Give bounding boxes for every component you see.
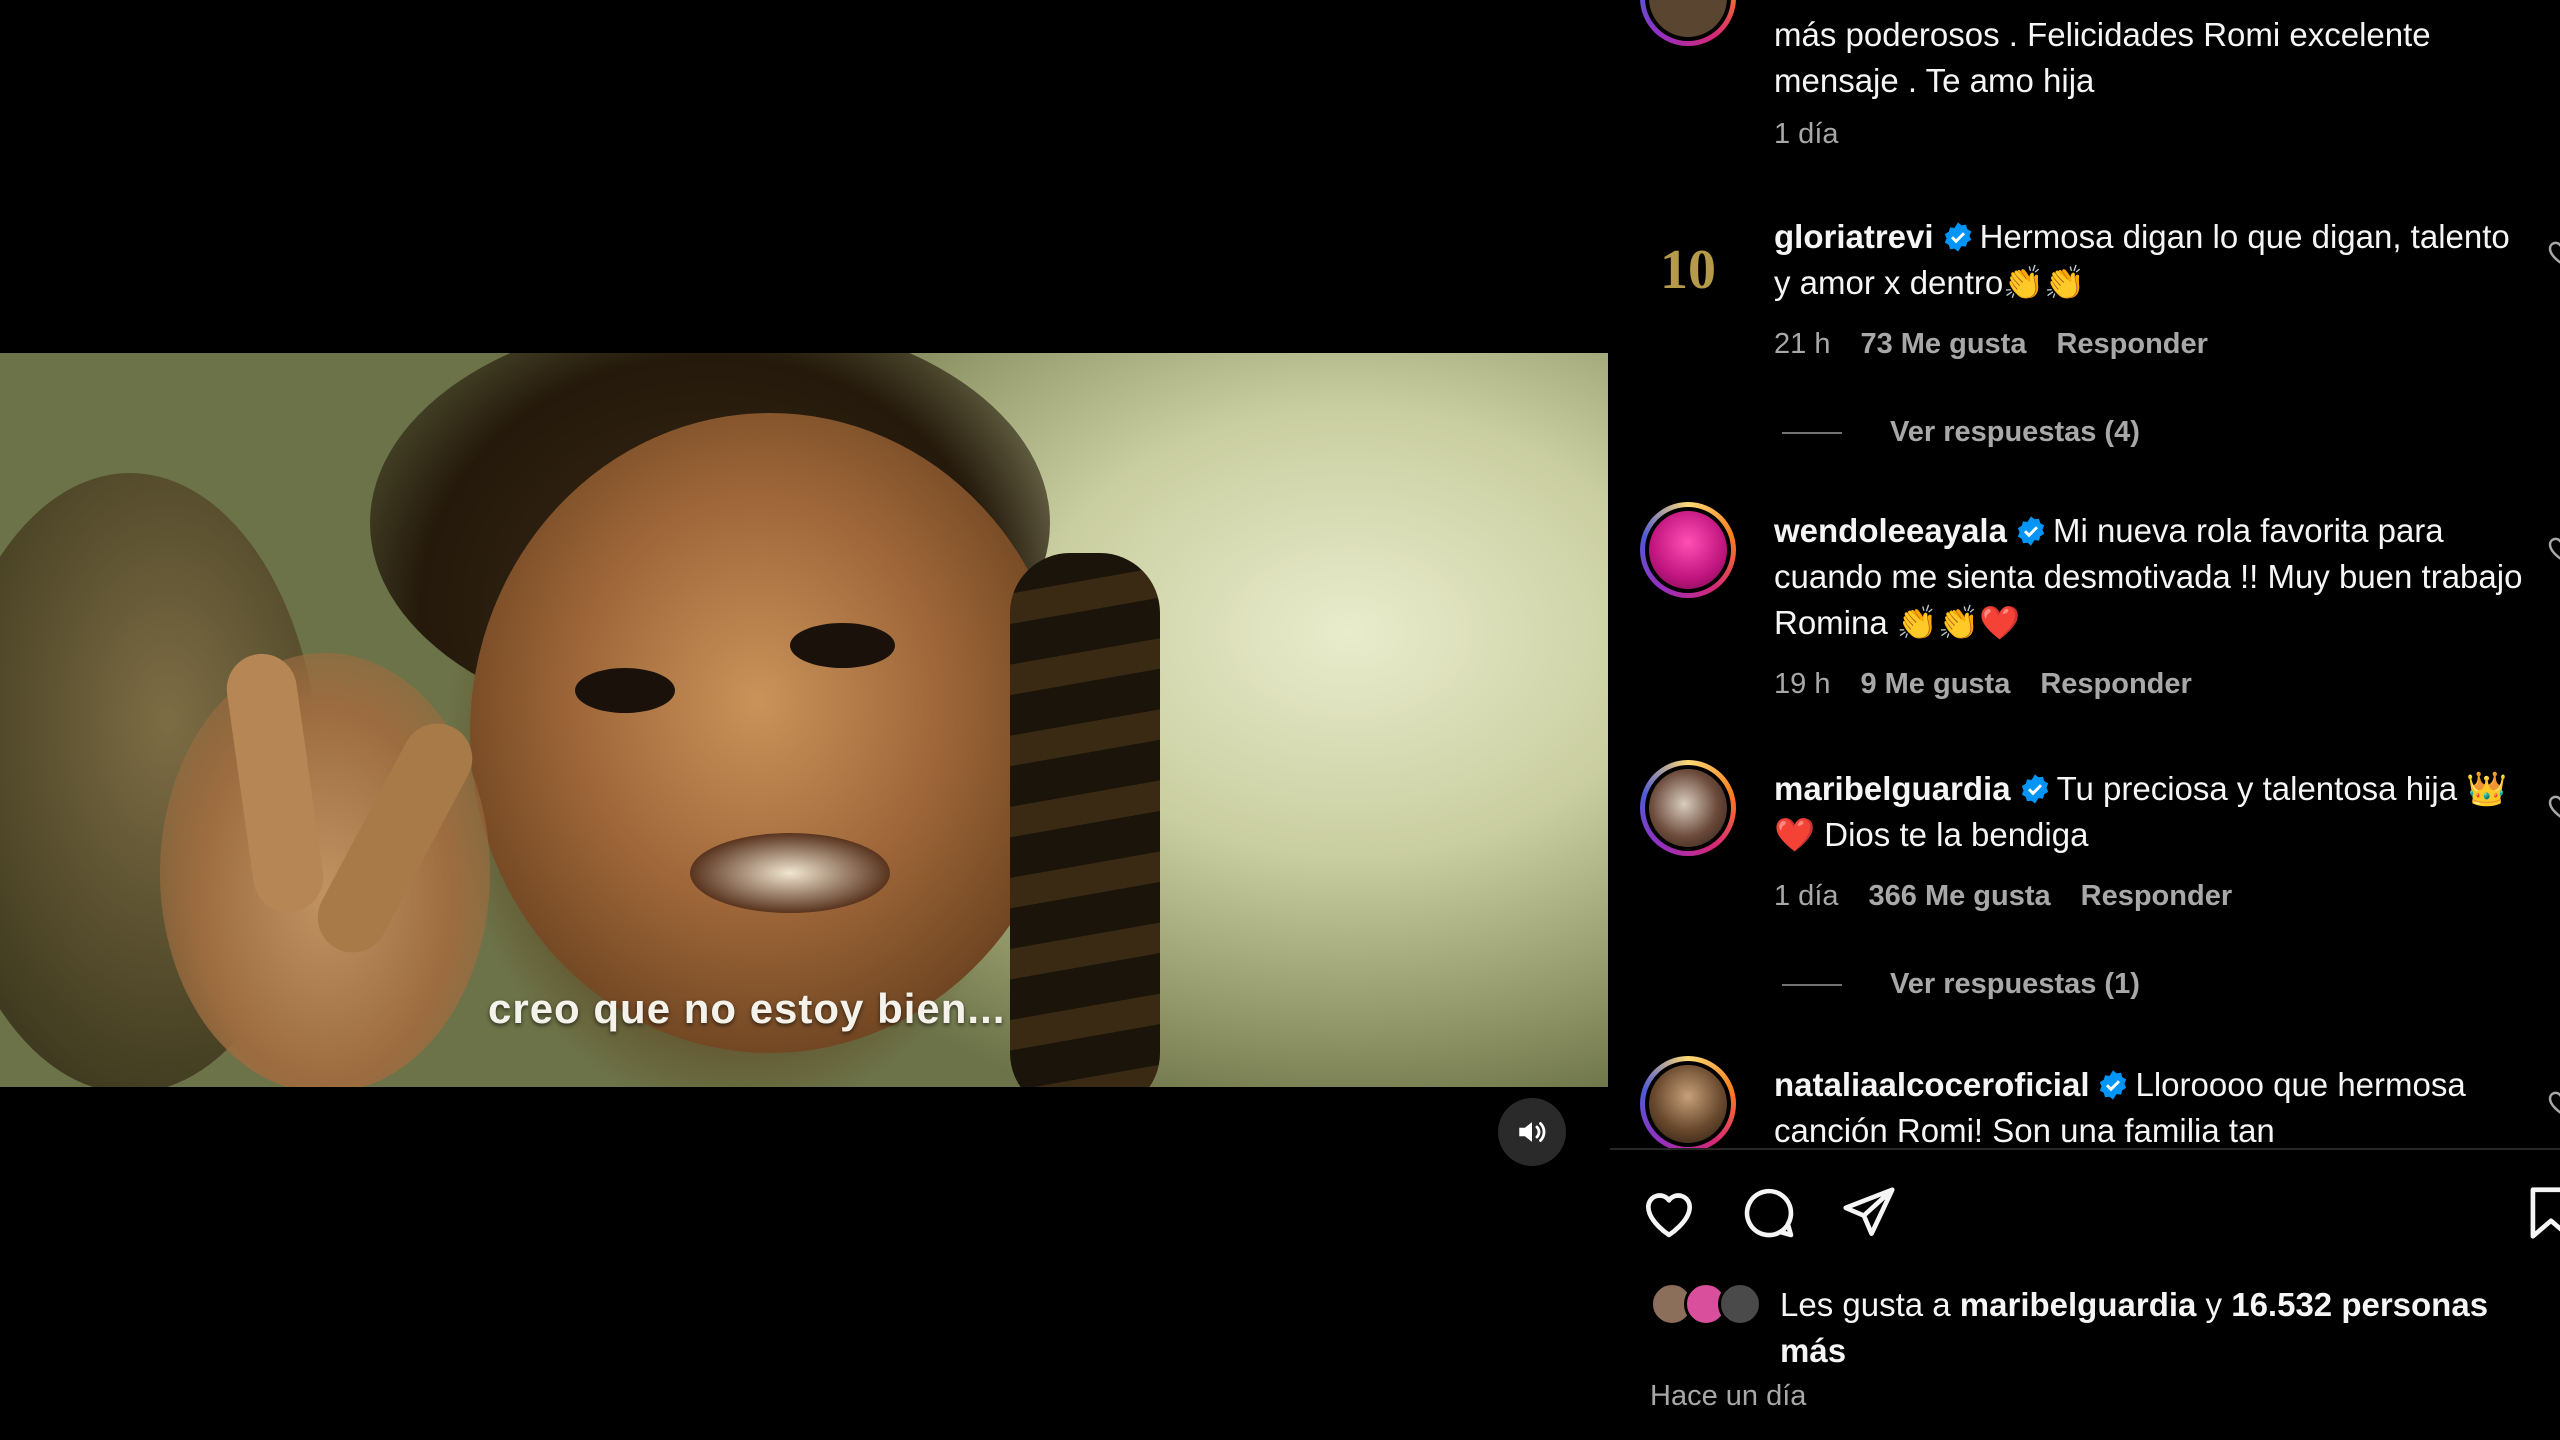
mute-toggle-button[interactable] <box>1498 1098 1566 1166</box>
reply-button[interactable]: Responder <box>2056 328 2207 361</box>
comment-time[interactable]: 1 día <box>1774 118 1839 151</box>
reply-button[interactable]: Responder <box>2040 668 2191 701</box>
comment-bubble-icon[interactable] <box>1738 1182 1800 1244</box>
eye-left <box>575 668 675 713</box>
likes-count[interactable]: 16.532 personas <box>2231 1286 2488 1323</box>
comment-time[interactable]: 19 h <box>1774 668 1830 701</box>
likes-prefix: Les gusta a <box>1780 1286 1960 1323</box>
comments-sidebar: más poderosos . Felicidades Romi excelen… <box>1610 0 2560 1440</box>
video-subtitle: creo que no estoy bien... <box>488 985 1006 1032</box>
verified-badge-icon <box>2017 516 2045 546</box>
heart-outline-icon[interactable] <box>2545 236 2560 266</box>
heart-outline-icon[interactable] <box>2545 1086 2560 1116</box>
comment-username[interactable]: maribelguardia <box>1774 770 2011 807</box>
heart-outline-icon[interactable] <box>2545 532 2560 562</box>
replies-divider <box>1782 431 1842 434</box>
bookmark-save-icon[interactable] <box>2520 1182 2560 1244</box>
liker-avatars[interactable] <box>1650 1280 1780 1326</box>
comment-time[interactable]: 21 h <box>1774 328 1830 361</box>
comment-text: más poderosos . Felicidades Romi excelen… <box>1774 12 2534 104</box>
post-actions-bar <box>1610 1182 2560 1252</box>
likes-suffix[interactable]: más <box>1650 1332 1846 1369</box>
avatar[interactable] <box>1640 502 1736 598</box>
post-timestamp[interactable]: Hace un día <box>1650 1380 1806 1413</box>
avatar <box>1718 1282 1762 1326</box>
verified-badge-icon <box>2021 774 2048 804</box>
comment-text: maribelguardia Tu preciosa y talentosa hi… <box>1774 766 2534 858</box>
avatar[interactable] <box>1640 1056 1736 1148</box>
eye-right <box>790 623 895 668</box>
comment-username[interactable]: gloriatrevi <box>1774 218 1934 255</box>
avatar[interactable] <box>1640 760 1736 856</box>
comment-username[interactable]: wendoleeayala <box>1774 512 2007 549</box>
comment-meta: 1 día 366 Me gusta Responder <box>1774 880 2232 913</box>
likes-summary: Les gusta a maribelguardia y 16.532 pers… <box>1650 1280 2550 1374</box>
comment-text-line: mensaje . Te amo hija <box>1774 62 2095 99</box>
avatar-logo-text: 10 <box>1660 239 1716 301</box>
speaker-volume-icon <box>1519 1122 1546 1142</box>
verified-badge-icon <box>1944 222 1971 252</box>
comment-likes[interactable]: 366 Me gusta <box>1869 880 2051 913</box>
divider <box>1610 1148 2560 1150</box>
comment-username[interactable]: nataliaalcoceroficial <box>1774 1066 2089 1103</box>
child-face <box>470 413 1070 1053</box>
comment-meta: 21 h 73 Me gusta Responder <box>1774 328 2208 361</box>
avatar[interactable] <box>1640 0 1736 46</box>
video-frame[interactable]: creo que no estoy bien... <box>0 353 1608 1087</box>
comment-meta: 19 h 9 Me gusta Responder <box>1774 668 2192 701</box>
view-replies-button[interactable]: Ver respuestas (1) <box>1782 968 2140 1001</box>
comment-text: wendoleeayala Mi nueva rola favorita para… <box>1774 508 2534 646</box>
view-replies-button[interactable]: Ver respuestas (4) <box>1782 416 2140 449</box>
share-send-icon[interactable] <box>1838 1182 1900 1244</box>
replies-divider <box>1782 983 1842 986</box>
smile <box>690 833 890 913</box>
comment-likes[interactable]: 73 Me gusta <box>1860 328 2026 361</box>
heart-outline-icon[interactable] <box>2545 790 2560 820</box>
comment-time[interactable]: 1 día <box>1774 880 1839 913</box>
like-heart-icon[interactable] <box>1638 1182 1700 1244</box>
likes-middle: y <box>2196 1286 2232 1323</box>
comments-list[interactable]: más poderosos . Felicidades Romi excelen… <box>1610 0 2560 1148</box>
comment-text: nataliaalcoceroficial Lloroooo que hermos… <box>1774 1062 2534 1148</box>
comment-text: gloriatrevi Hermosa digan lo que digan, t… <box>1774 214 2534 306</box>
comment-text-line: más poderosos . Felicidades Romi excelen… <box>1774 16 2431 53</box>
avatar[interactable]: 10 <box>1640 222 1736 318</box>
reply-button[interactable]: Responder <box>2081 880 2232 913</box>
view-replies-label[interactable]: Ver respuestas (4) <box>1890 416 2140 449</box>
view-replies-label[interactable]: Ver respuestas (1) <box>1890 968 2140 1001</box>
comment-meta: 1 día <box>1774 118 1839 151</box>
video-player[interactable]: creo que no estoy bien... <box>0 0 1608 1440</box>
liker-username[interactable]: maribelguardia <box>1960 1286 2197 1323</box>
comment-likes[interactable]: 9 Me gusta <box>1860 668 2010 701</box>
verified-badge-icon <box>2100 1070 2127 1100</box>
